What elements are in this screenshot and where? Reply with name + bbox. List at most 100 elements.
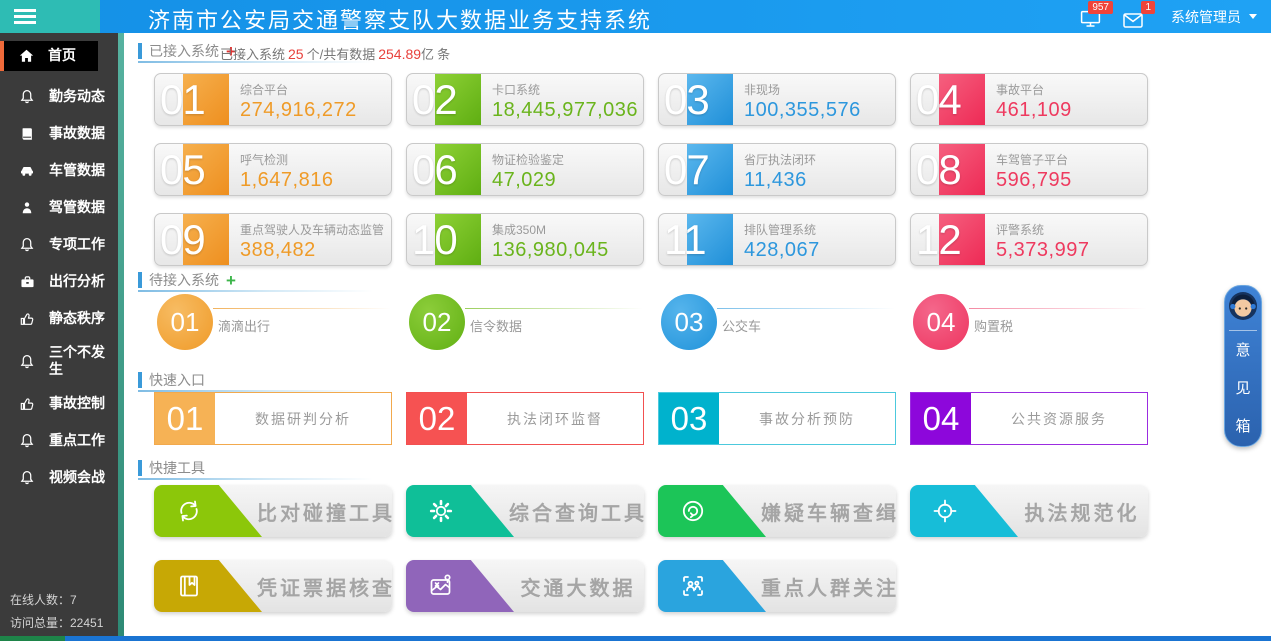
section-bar (138, 43, 142, 59)
tool-shape (406, 560, 514, 612)
sidebar-item-label: 驾管数据 (49, 199, 111, 217)
tool-button-voucher-check[interactable]: 凭证票据核查 (154, 560, 392, 612)
section-title: 快捷工具 (149, 458, 205, 478)
section-title: 待接入系统 (149, 270, 219, 290)
quick-entry-number: 02 (407, 393, 467, 444)
feedback-box[interactable]: 意 见 箱 (1224, 285, 1262, 447)
sidebar-item-video-campaign[interactable]: 视频会战 (0, 459, 118, 496)
card-value: 136,980,045 (492, 239, 639, 262)
sidebar-item-label: 事故控制 (49, 395, 111, 413)
card-number: 01 (160, 76, 205, 124)
sidebar-item-home[interactable]: 首页 (0, 41, 98, 71)
sidebar-item-label: 三个不发生 (49, 344, 111, 379)
section-bar (138, 372, 142, 388)
bell-icon (18, 432, 36, 449)
quick-entry-number: 03 (659, 393, 719, 444)
mail-notifications-button[interactable]: 1 (1123, 0, 1143, 33)
system-card[interactable]: 09 重点驾驶人及车辆动态监管 388,482 (154, 213, 392, 266)
system-card[interactable]: 08 车驾管子平台 596,795 (910, 143, 1148, 196)
person-scan-icon (680, 573, 706, 599)
card-number: 07 (664, 146, 709, 194)
system-card[interactable]: 06 物证检验鉴定 47,029 (406, 143, 644, 196)
tool-label: 综合查询工具 (518, 485, 638, 537)
book-icon (18, 126, 36, 142)
bell-icon (18, 88, 36, 105)
tool-label: 比对碰撞工具 (266, 485, 386, 537)
system-card[interactable]: 04 事故平台 461,109 (910, 73, 1148, 126)
tool-button-suspect-vehicle[interactable]: 嫌疑车辆查缉 (658, 485, 896, 537)
connected-stats: 已接入系统25个/共有数据254.89亿条 (220, 44, 453, 63)
tool-button-integrated-query[interactable]: 综合查询工具 (406, 485, 644, 537)
mail-icon (1123, 13, 1143, 28)
card-number: 09 (160, 216, 205, 264)
tool-button-traffic-big-data[interactable]: 交通大数据 (406, 560, 644, 612)
card-number: 10 (412, 216, 457, 264)
quick-entry-number: 04 (911, 393, 971, 444)
quick-entry[interactable]: 03 事故分析预防 (658, 392, 896, 445)
quick-entry-grid: 01 数据研判分析 02 执法闭环监督 03 事故分析预防 04 公共资源服务 (154, 392, 1148, 445)
quick-entry[interactable]: 01 数据研判分析 (154, 392, 392, 445)
tool-shape (406, 485, 514, 537)
quick-entry[interactable]: 02 执法闭环监督 (406, 392, 644, 445)
quick-entry[interactable]: 04 公共资源服务 (910, 392, 1148, 445)
sidebar-item-driver-data[interactable]: 驾管数据 (0, 189, 118, 226)
tool-button-compare-collision[interactable]: 比对碰撞工具 (154, 485, 392, 537)
quick-entry-number: 01 (155, 393, 215, 444)
sidebar-item-static-order[interactable]: 静态秩序 (0, 300, 118, 337)
online-count: 在线人数：7 (10, 591, 77, 608)
section-bar (138, 460, 142, 476)
system-card[interactable]: 05 呼气检测 1,647,816 (154, 143, 392, 196)
pending-number-circle: 04 (913, 294, 969, 350)
pending-system[interactable]: 02 信令数据 (409, 294, 647, 350)
sidebar-item-vehicle-data[interactable]: 车管数据 (0, 152, 118, 189)
user-menu[interactable]: 系统管理员 (1171, 0, 1257, 33)
pending-number-circle: 02 (409, 294, 465, 350)
divider-line (465, 308, 643, 309)
add-icon[interactable]: + (226, 272, 236, 289)
system-card[interactable]: 11 排队管理系统 428,067 (658, 213, 896, 266)
bell-icon (18, 353, 36, 370)
sidebar-item-travel-analysis[interactable]: 出行分析 (0, 263, 118, 300)
system-card[interactable]: 01 综合平台 274,916,272 (154, 73, 392, 126)
system-card[interactable]: 10 集成350M 136,980,045 (406, 213, 644, 266)
feedback-char: 箱 (1225, 419, 1261, 434)
sidebar-item-key-work[interactable]: 重点工作 (0, 422, 118, 459)
system-card[interactable]: 02 卡口系统 18,445,977,036 (406, 73, 644, 126)
divider-line (213, 308, 391, 309)
pending-system[interactable]: 01 滴滴出行 (157, 294, 395, 350)
car-icon (18, 163, 36, 178)
sidebar-item-accident-data[interactable]: 事故数据 (0, 115, 118, 152)
notification-badge: 957 (1088, 1, 1113, 14)
system-card[interactable]: 12 评警系统 5,373,997 (910, 213, 1148, 266)
pending-system[interactable]: 03 公交车 (661, 294, 899, 350)
thumbs-up-icon (18, 311, 36, 327)
section-title: 已接入系统 (149, 41, 219, 61)
system-card[interactable]: 03 非现场 100,355,576 (658, 73, 896, 126)
sidebar-item-accident-control[interactable]: 事故控制 (0, 385, 118, 422)
sidebar-item-label: 勤务动态 (49, 88, 111, 106)
tool-shape (658, 485, 766, 537)
system-cards-grid: 01 综合平台 274,916,272 02 卡口系统 18,445,977,0… (154, 73, 1148, 266)
card-name: 非现场 (744, 81, 891, 98)
menu-toggle-button[interactable] (0, 0, 100, 33)
sidebar-item-three-no-occurrence[interactable]: 三个不发生 (0, 337, 118, 385)
sidebar-item-duty-status[interactable]: 勤务动态 (0, 78, 118, 115)
tool-shape (154, 560, 262, 612)
card-number: 11 (664, 216, 706, 264)
tool-button-law-standardization[interactable]: 执法规范化 (910, 485, 1148, 537)
card-value: 100,355,576 (744, 99, 891, 122)
quick-entry-label: 数据研判分析 (215, 393, 391, 444)
quick-entry-label: 事故分析预防 (719, 393, 895, 444)
pending-number-circle: 03 (661, 294, 717, 350)
sidebar-item-label: 静态秩序 (49, 310, 111, 328)
tool-button-key-people[interactable]: 重点人群关注 (658, 560, 896, 612)
visit-total: 访问总量：22451 (10, 614, 103, 631)
sidebar-item-special-work[interactable]: 专项工作 (0, 226, 118, 263)
home-icon (18, 48, 35, 64)
system-card[interactable]: 07 省厅执法闭环 11,436 (658, 143, 896, 196)
quick-entry-label: 公共资源服务 (971, 393, 1147, 444)
pending-system[interactable]: 04 购置税 (913, 294, 1151, 350)
monitor-notifications-button[interactable]: 957 (1080, 0, 1101, 33)
mascot-avatar-icon (1228, 291, 1258, 321)
section-quick-entry: 快速入口 (138, 371, 205, 389)
